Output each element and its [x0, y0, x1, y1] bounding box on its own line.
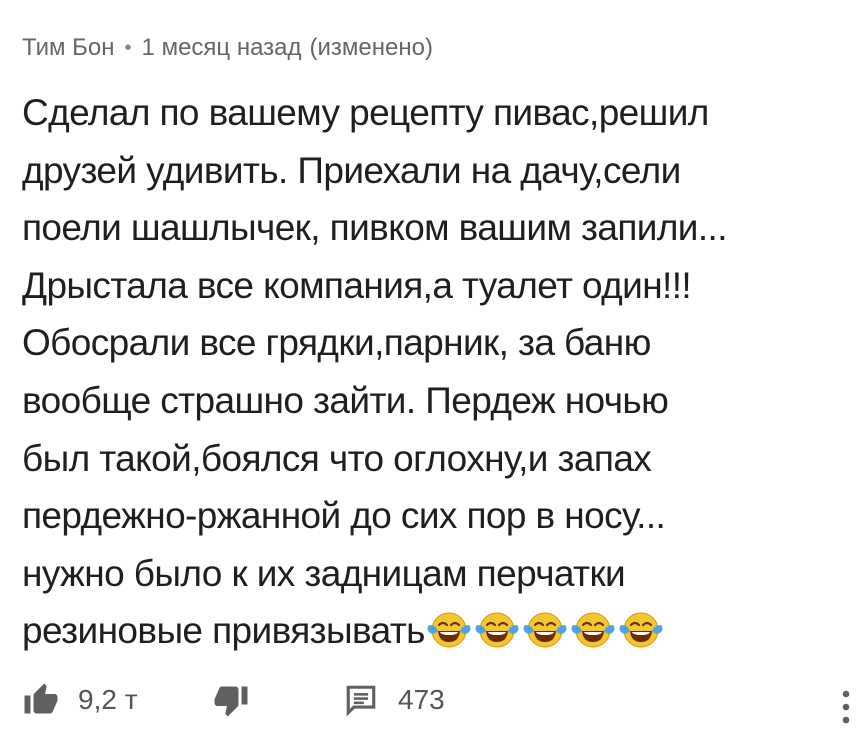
more-vertical-icon[interactable] [840, 688, 852, 728]
comment-line: друзей удивить. Приехали на дачу,сели [22, 149, 681, 191]
comment-line-text: резиновые привязывать [22, 610, 425, 652]
reply-button[interactable]: 473 [344, 683, 445, 717]
comment-line: был такой,боялся что оглохну,и запах [22, 437, 652, 479]
face-with-tears-of-joy-icon [475, 609, 519, 649]
comment-line: пердежно-ржанной до сих пор в носу... [22, 495, 666, 537]
comment-line: поели шашлычек, пивком вашим запили... [22, 207, 728, 249]
thumbs-up-icon[interactable] [22, 682, 60, 718]
thumbs-down-icon[interactable] [212, 682, 250, 718]
edited-label: (изменено) [309, 34, 433, 61]
face-with-tears-of-joy-icon [523, 609, 567, 649]
separator-dot: • [124, 37, 132, 59]
comment-actions: 9,2 т 473 [22, 675, 842, 725]
comment-text: Сделал по вашему рецепту пивас,решил дру… [22, 84, 842, 660]
comment-line: Сделал по вашему рецепту пивас,решил [22, 92, 709, 133]
comment-line: нужно было к их задницам перчатки [22, 552, 626, 594]
comment-icon[interactable] [344, 683, 378, 717]
reply-count: 473 [398, 684, 445, 715]
face-with-tears-of-joy-icon [571, 609, 615, 649]
emoji-group [427, 609, 667, 649]
comment-last-line: резиновые привязывать [22, 602, 842, 660]
like-button[interactable]: 9,2 т [22, 682, 212, 718]
comment-line: вообще страшно зайти. Пердеж ночью [22, 379, 669, 421]
dislike-button[interactable] [212, 682, 344, 718]
author-name[interactable]: Тим Бон [22, 28, 115, 68]
comment-line: Дрыстала все компания,а туалет один!!! [22, 264, 692, 306]
comment-header: Тим Бон • 1 месяц назад (изменено) [22, 28, 842, 68]
comment: Тим Бон • 1 месяц назад (изменено) Сдела… [22, 28, 842, 660]
face-with-tears-of-joy-icon [427, 609, 471, 649]
comment-time[interactable]: 1 месяц назад [142, 28, 302, 68]
face-with-tears-of-joy-icon [619, 609, 663, 649]
like-count: 9,2 т [78, 684, 138, 715]
comment-line: Обосрали все грядки,парник, за баню [22, 322, 651, 364]
